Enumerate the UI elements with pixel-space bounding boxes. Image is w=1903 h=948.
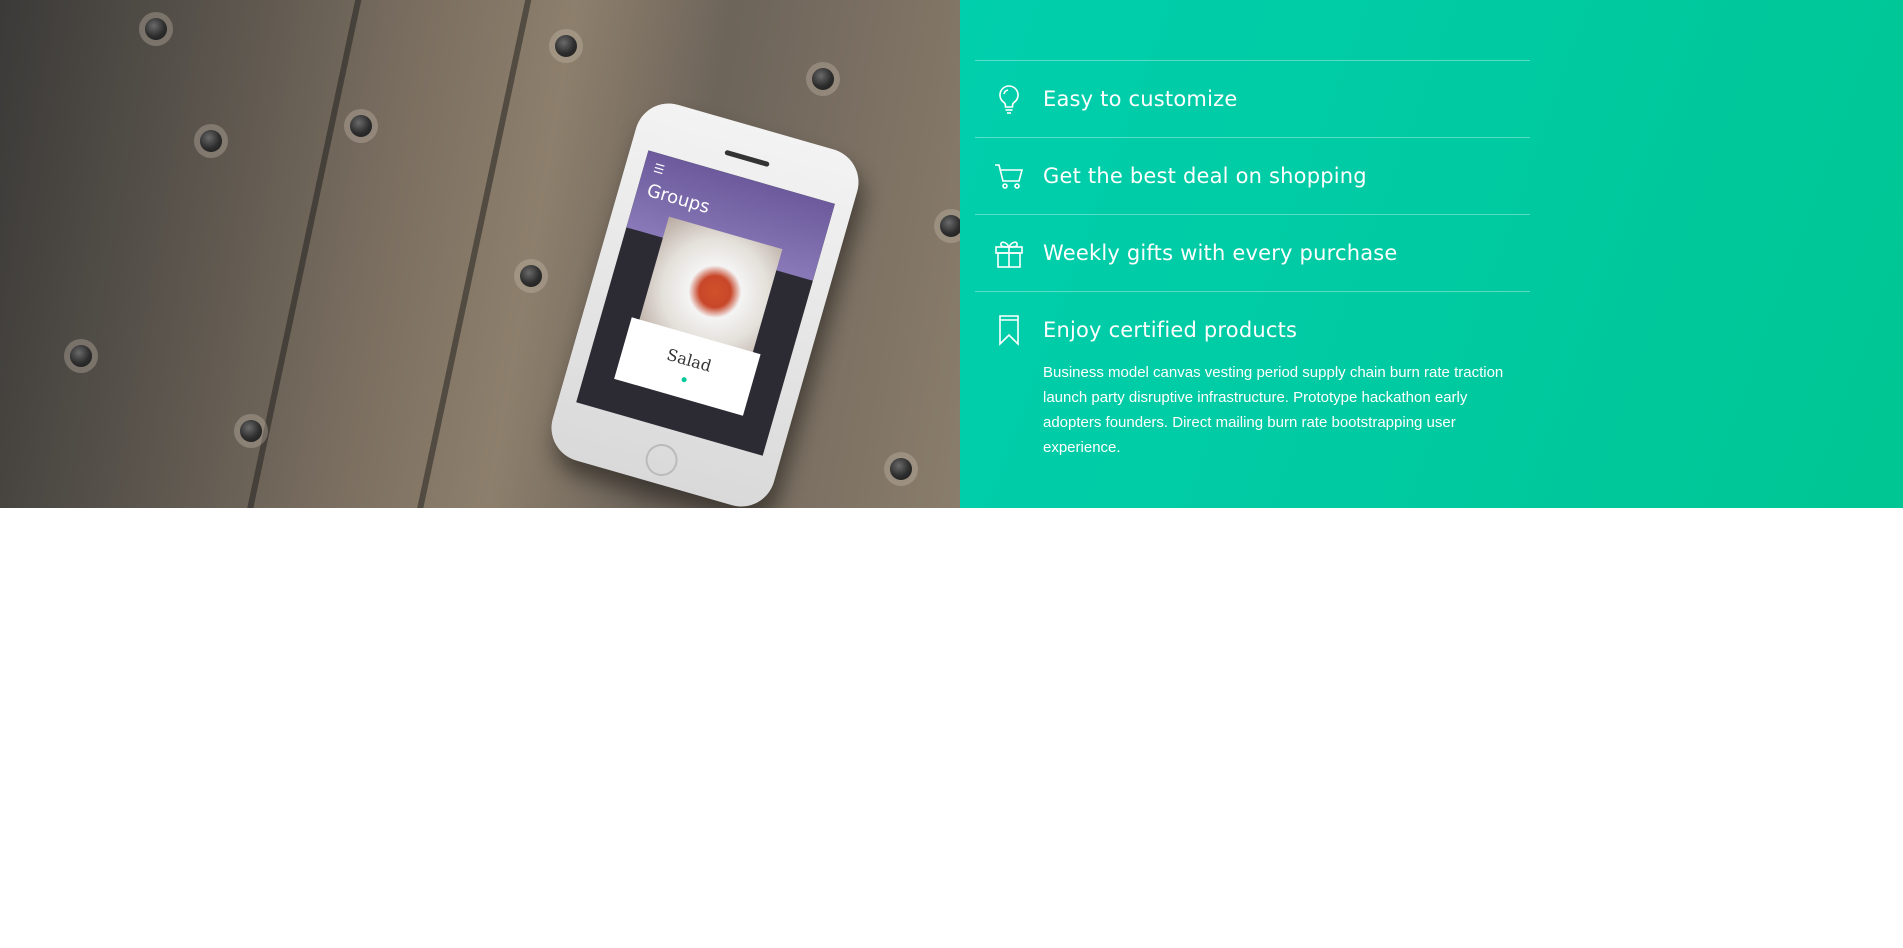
feature-title: Weekly gifts with every purchase bbox=[1043, 241, 1398, 265]
hero-photo: ☰ Groups Salad bbox=[0, 0, 960, 508]
rivet bbox=[240, 420, 262, 442]
feature-title: Easy to customize bbox=[1043, 87, 1238, 111]
phone-home-button bbox=[641, 440, 682, 480]
feature-description: Business model canvas vesting period sup… bbox=[1043, 364, 1504, 456]
metal-seam bbox=[411, 0, 535, 508]
feature-title: Enjoy certified products bbox=[1043, 318, 1298, 342]
features-section: ☰ Groups Salad Easy to customize Get the… bbox=[0, 0, 1903, 508]
feature-item: Enjoy certified products Business model … bbox=[975, 291, 1530, 478]
rivet bbox=[555, 35, 577, 57]
rivet bbox=[520, 265, 542, 287]
pager-dot bbox=[680, 376, 687, 383]
phone-speaker bbox=[724, 149, 770, 168]
feature-item: Weekly gifts with every purchase bbox=[975, 214, 1530, 291]
rivet bbox=[70, 345, 92, 367]
feature-list: Easy to customize Get the best deal on s… bbox=[975, 60, 1530, 478]
rivet bbox=[890, 458, 912, 480]
features-panel: Easy to customize Get the best deal on s… bbox=[960, 0, 1903, 508]
rivet bbox=[200, 130, 222, 152]
bookmark-icon bbox=[993, 314, 1025, 346]
cart-icon bbox=[993, 160, 1025, 192]
rivet bbox=[145, 18, 167, 40]
phone-screen: ☰ Groups Salad bbox=[576, 150, 835, 456]
rivet bbox=[812, 68, 834, 90]
rivet bbox=[350, 115, 372, 137]
feature-title: Get the best deal on shopping bbox=[1043, 164, 1367, 188]
feature-item: Easy to customize bbox=[975, 60, 1530, 137]
rivet bbox=[940, 215, 960, 237]
phone-mockup: ☰ Groups Salad bbox=[543, 95, 867, 508]
gift-icon bbox=[993, 237, 1025, 269]
lightbulb-icon bbox=[993, 83, 1025, 115]
feature-item: Get the best deal on shopping bbox=[975, 137, 1530, 214]
